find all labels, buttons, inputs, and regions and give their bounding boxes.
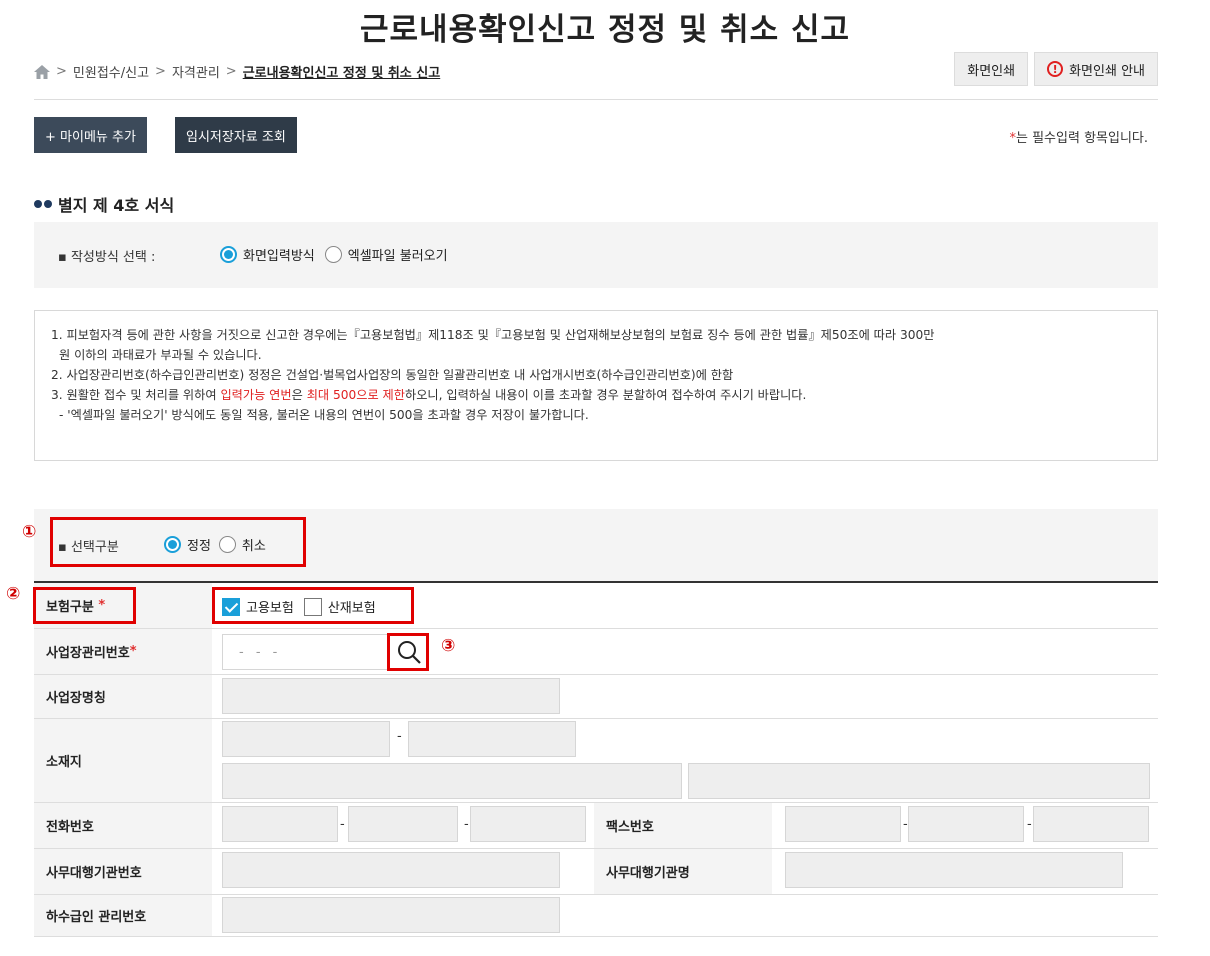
fax-input-1[interactable] [785, 806, 901, 842]
notice-line-3-red1: 입력가능 연번 [220, 388, 292, 402]
breadcrumb-item-civil[interactable]: 민원접수/신고 [73, 62, 149, 81]
callout-number-1: ① [22, 522, 37, 542]
print-guide-button[interactable]: ! 화면인쇄 안내 [1034, 52, 1158, 86]
fax-input-2[interactable] [908, 806, 1024, 842]
address-input-2[interactable] [688, 763, 1150, 799]
biz-name-label-cell: 사업장명칭 [34, 675, 212, 718]
notice-line-2: 2. 사업장관리번호(하수급인관리번호) 정정은 건설업·벌목업사업장의 동일한… [51, 368, 734, 382]
print-button[interactable]: 화면인쇄 [954, 52, 1029, 86]
sub-no-label: 하수급인 관리번호 [46, 910, 147, 925]
agency-no-input[interactable] [222, 852, 560, 888]
biz-no-input[interactable]: - - - [222, 634, 388, 670]
agency-name-label: 사무대행기관명 [606, 866, 690, 881]
temp-saved-button[interactable]: 임시저장자료 조회 [175, 117, 297, 153]
print-guide-label: 화면인쇄 안내 [1069, 63, 1145, 79]
fax-dash: - [1027, 817, 1032, 832]
agency-name-input[interactable] [785, 852, 1123, 888]
breadcrumb-current[interactable]: 근로내용확인신고 정정 및 취소 신고 [243, 62, 441, 81]
phone-input-1[interactable] [222, 806, 338, 842]
page-title: 근로내용확인신고 정정 및 취소 신고 [360, 12, 850, 48]
breadcrumb-separator: > [225, 64, 237, 79]
sub-no-input[interactable] [222, 897, 560, 933]
row-phone: 전화번호 - - 팩스번호 - - [34, 803, 1158, 849]
row-address: 소재지 - [34, 719, 1158, 803]
method-option-excel[interactable]: 엑셀파일 불러오기 [324, 245, 448, 264]
breadcrumb-item-qualification[interactable]: 자격관리 [172, 62, 220, 81]
notice-line-3-mid: 은 [291, 388, 307, 402]
biz-name-input[interactable] [222, 678, 560, 714]
sub-no-label-cell: 하수급인 관리번호 [34, 895, 212, 936]
print-button-label: 화면인쇄 [967, 63, 1016, 79]
required-note: *는 필수입력 항목입니다. [1010, 127, 1149, 146]
biz-no-label-cell: 사업장관리번호 * [34, 629, 212, 674]
method-option-excel-label: 엑셀파일 불러오기 [347, 249, 448, 264]
divider [34, 99, 1158, 100]
notice-line-1b: 원 이하의 과태료가 부과될 수 있습니다. [59, 348, 262, 362]
method-select-box: ▪ 작성방식 선택 : 화면입력방식 엑셀파일 불러오기 [34, 222, 1158, 288]
address-dash: - [397, 729, 402, 744]
phone-input-2[interactable] [348, 806, 458, 842]
agency-name-label-cell: 사무대행기관명 [594, 849, 772, 894]
notice-line-3: 3. 원활한 접수 및 처리를 위하여 입력가능 연번은 최대 500으로 제한… [51, 385, 1141, 405]
section-title: 별지 제 4호 서식 [34, 192, 174, 216]
required-star: * [129, 644, 137, 659]
notice-line-3-post: 하오니, 입력하실 내용이 이를 초과할 경우 분할하여 접수하여 주시기 바랍… [404, 388, 807, 402]
notice-line-3-red2: 최대 500으로 제한 [306, 388, 405, 402]
breadcrumb: > 민원접수/신고 > 자격관리 > 근로내용확인신고 정정 및 취소 신고 [34, 62, 440, 81]
phone-dash: - [464, 817, 469, 832]
address-input-1[interactable] [222, 763, 682, 799]
fax-label: 팩스번호 [606, 820, 654, 835]
phone-dash: - [340, 817, 345, 832]
phone-input-3[interactable] [470, 806, 586, 842]
agency-no-label-cell: 사무대행기관번호 [34, 849, 212, 894]
breadcrumb-separator: > [56, 64, 67, 79]
method-option-screen-label: 화면입력방식 [243, 249, 315, 264]
add-mymenu-button[interactable]: + 마이메뉴 추가 [34, 117, 147, 153]
zip-input-2[interactable] [408, 721, 576, 757]
fax-dash: - [903, 817, 908, 832]
notice-box: 1. 피보험자격 등에 관한 사항을 거짓으로 신고한 경우에는『고용보험법』제… [34, 310, 1158, 461]
row-biz-name: 사업장명칭 [34, 675, 1158, 719]
address-label: 소재지 [46, 755, 82, 770]
home-icon[interactable] [34, 64, 50, 79]
notice-line-4: - '엑셀파일 불러오기' 방식에도 동일 적용, 불러온 내용의 연번이 50… [59, 408, 589, 422]
biz-no-label: 사업장관리번호 [46, 646, 130, 661]
row-agency: 사무대행기관번호 사무대행기관명 [34, 849, 1158, 895]
radio-selected[interactable] [220, 246, 237, 263]
fax-input-3[interactable] [1033, 806, 1149, 842]
method-options: 화면입력방식 엑셀파일 불러오기 [220, 245, 448, 264]
zip-input-1[interactable] [222, 721, 390, 757]
row-biz-no: 사업장관리번호 * - - - [34, 629, 1158, 675]
row-insurance: 보험구분 * 고용보험 산재보험 [34, 583, 1158, 629]
top-button-group: 화면인쇄 ! 화면인쇄 안내 [954, 52, 1158, 86]
method-option-screen[interactable]: 화면입력방식 [220, 245, 315, 264]
required-note-text: 는 필수입력 항목입니다. [1016, 131, 1148, 146]
bullet-dots-icon [34, 200, 52, 208]
phone-label-cell: 전화번호 [34, 803, 212, 848]
radio-unselected[interactable] [324, 246, 342, 263]
callout-box-3 [387, 633, 429, 671]
section-title-text: 별지 제 4호 서식 [58, 196, 175, 215]
phone-label: 전화번호 [46, 820, 94, 835]
callout-box-1 [50, 517, 306, 567]
fax-label-cell: 팩스번호 [594, 803, 772, 848]
callout-box-2b [212, 587, 414, 624]
notice-line-3-pre: 3. 원활한 접수 및 처리를 위하여 [51, 388, 221, 402]
callout-number-2: ② [6, 584, 21, 604]
agency-no-label: 사무대행기관번호 [46, 866, 142, 881]
biz-name-label: 사업장명칭 [46, 691, 106, 706]
notice-line-1a: 1. 피보험자격 등에 관한 사항을 거짓으로 신고한 경우에는『고용보험법』제… [51, 328, 935, 342]
row-subcontractor: 하수급인 관리번호 [34, 895, 1158, 937]
breadcrumb-separator: > [155, 64, 166, 79]
method-label: ▪ 작성방식 선택 : [58, 250, 156, 265]
callout-box-2a [33, 587, 136, 624]
alert-icon: ! [1047, 61, 1064, 77]
address-label-cell: 소재지 [34, 719, 212, 802]
